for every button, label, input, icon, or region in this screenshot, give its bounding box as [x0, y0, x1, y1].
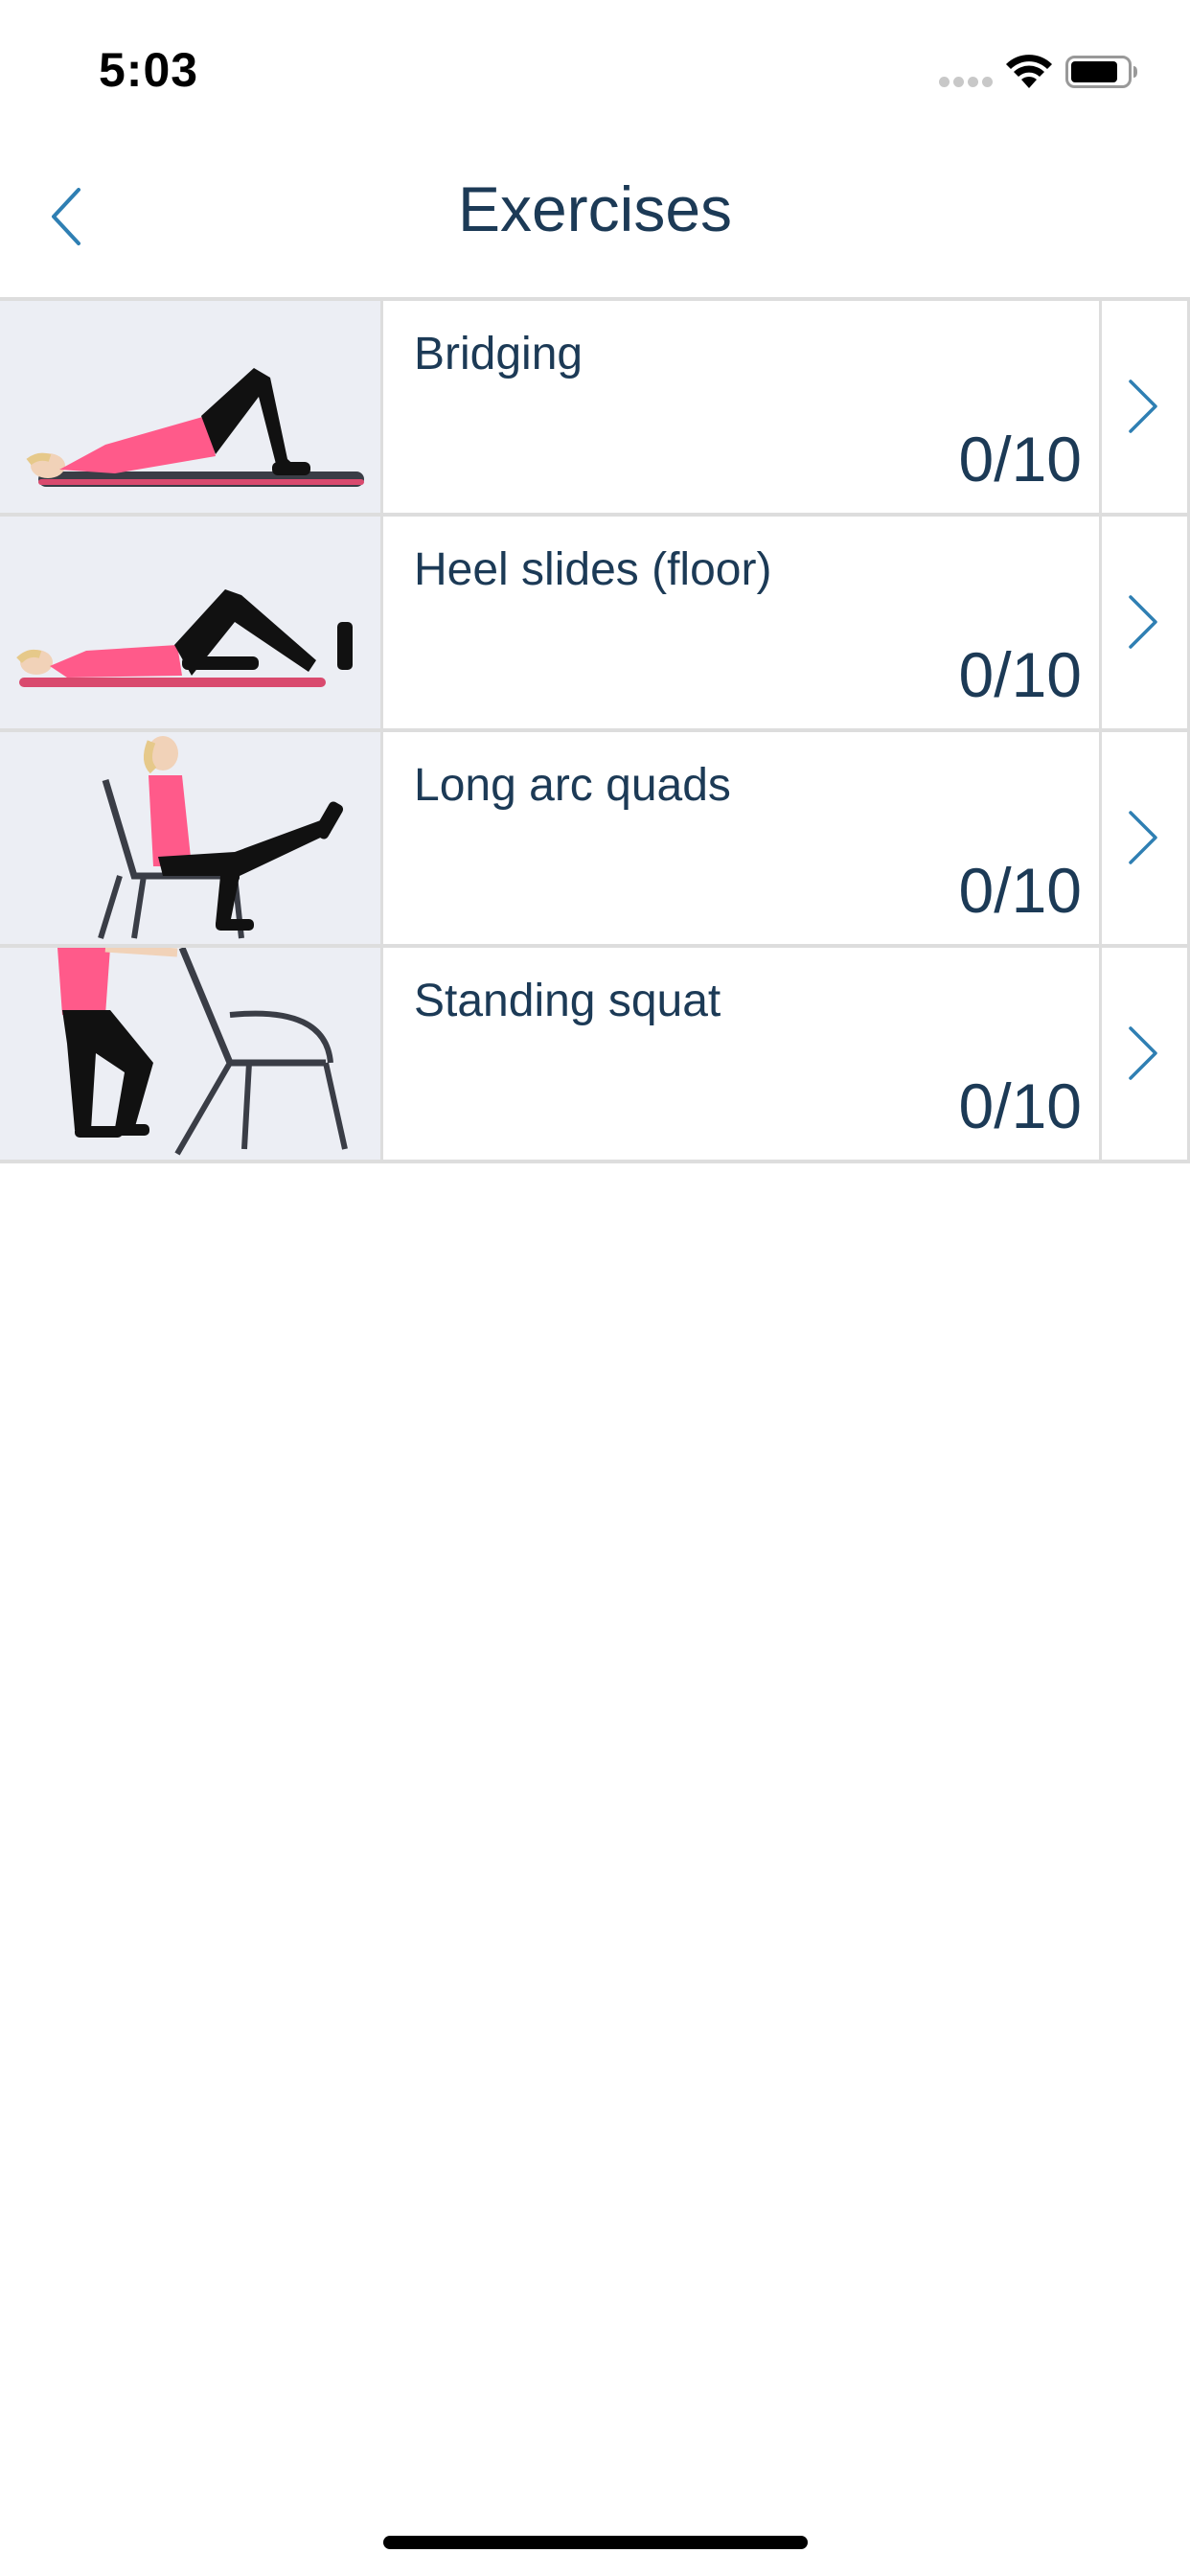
- row-chevron[interactable]: [1102, 948, 1190, 1160]
- row-chevron[interactable]: [1102, 301, 1190, 513]
- wifi-icon: [1006, 55, 1052, 88]
- exercise-progress: 0/10: [958, 639, 1082, 710]
- home-indicator[interactable]: [383, 2536, 808, 2549]
- page-title: Exercises: [457, 173, 733, 244]
- exercise-list: Bridging 0/10 Heel slides (floor) 0/10 L…: [0, 297, 1190, 1163]
- standing-squat-image: [0, 948, 383, 1160]
- exercise-progress: 0/10: [958, 424, 1082, 494]
- chevron-right-icon: [1129, 595, 1157, 649]
- exercise-name: Heel slides (floor): [414, 544, 772, 595]
- exercise-info: Standing squat 0/10: [383, 948, 1102, 1160]
- exercise-info: Long arc quads 0/10: [383, 732, 1102, 944]
- exercise-info: Bridging 0/10: [383, 301, 1102, 513]
- status-time: 5:03: [99, 43, 199, 97]
- exercise-row-standing-squat[interactable]: Standing squat 0/10: [0, 948, 1190, 1163]
- heel-slides-image: [0, 517, 383, 728]
- exercise-info: Heel slides (floor) 0/10: [383, 517, 1102, 728]
- signal-icon: [939, 77, 993, 88]
- exercise-row-heel-slides[interactable]: Heel slides (floor) 0/10: [0, 517, 1190, 732]
- chevron-right-icon: [1129, 1026, 1157, 1080]
- status-bar: 5:03: [0, 0, 1190, 134]
- exercise-name: Standing squat: [414, 976, 721, 1026]
- chevron-right-icon: [1129, 380, 1157, 433]
- row-chevron[interactable]: [1102, 517, 1190, 728]
- row-chevron[interactable]: [1102, 732, 1190, 944]
- exercise-progress: 0/10: [958, 855, 1082, 926]
- exercise-row-bridging[interactable]: Bridging 0/10: [0, 301, 1190, 517]
- exercise-progress: 0/10: [958, 1070, 1082, 1141]
- exercise-name: Long arc quads: [414, 760, 731, 811]
- navigation-bar: Exercises: [0, 134, 1190, 297]
- long-arc-quads-image: [0, 732, 383, 944]
- battery-icon: [1065, 56, 1137, 88]
- chevron-right-icon: [1129, 811, 1157, 864]
- exercise-row-long-arc-quads[interactable]: Long arc quads 0/10: [0, 732, 1190, 948]
- bridging-image: [0, 301, 383, 513]
- exercise-name: Bridging: [414, 329, 584, 380]
